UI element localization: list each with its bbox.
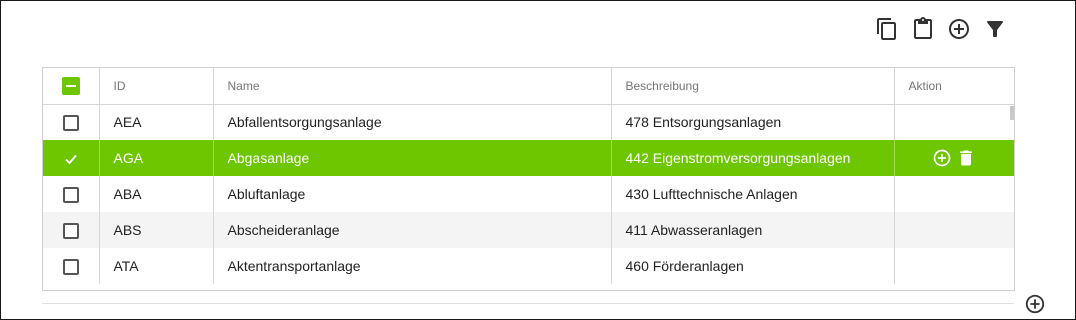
cell-description: 442 Eigenstromversorgungsanlagen <box>610 140 894 176</box>
cell-description: 478 Entsorgungsanlagen <box>610 104 894 140</box>
cell-description: 411 Abwasseranlagen <box>610 212 894 248</box>
cell-action <box>893 248 1014 284</box>
paste-icon[interactable] <box>911 17 935 41</box>
divider <box>42 303 1014 304</box>
cell-name: Abluftanlage <box>212 176 611 212</box>
column-header-name[interactable]: Name <box>212 68 611 105</box>
filter-icon[interactable] <box>983 17 1007 41</box>
table-row[interactable]: AEA Abfallentsorgungsanlage 478 Entsorgu… <box>43 104 1014 140</box>
cell-action <box>893 176 1014 212</box>
add-row-icon[interactable] <box>1024 293 1046 315</box>
table-header-row: ID Name Beschreibung Aktion <box>43 68 1014 105</box>
row-checkbox[interactable] <box>62 186 79 203</box>
cell-action <box>893 104 1014 140</box>
table-row-selected[interactable]: AGA Abgasanlage 442 Eigenstromversorgung… <box>43 140 1014 176</box>
table-row[interactable]: ATA Aktentransportanlage 460 Förderanlag… <box>43 248 1014 284</box>
column-header-action: Aktion <box>893 68 1014 105</box>
cell-id: AGA <box>98 140 213 176</box>
cell-description: 430 Lufttechnische Anlagen <box>610 176 894 212</box>
table-row[interactable]: ABA Abluftanlage 430 Lufttechnische Anla… <box>43 176 1014 212</box>
cell-id: AEA <box>98 104 213 140</box>
table-row[interactable]: ABS Abscheideranlage 411 Abwasseranlagen <box>43 212 1014 248</box>
toolbar <box>875 17 1007 41</box>
row-checkbox[interactable] <box>62 258 79 275</box>
select-all-checkbox[interactable] <box>61 76 80 95</box>
copy-icon[interactable] <box>875 17 899 41</box>
row-checkbox[interactable] <box>62 222 79 239</box>
column-header-description[interactable]: Beschreibung <box>610 68 894 105</box>
app-frame: ID Name Beschreibung Aktion AEA Abfallen… <box>0 0 1076 320</box>
cell-description: 460 Förderanlagen <box>610 248 894 284</box>
cell-name: Aktentransportanlage <box>212 248 611 284</box>
data-table: ID Name Beschreibung Aktion AEA Abfallen… <box>42 67 1015 291</box>
column-header-id[interactable]: ID <box>98 68 213 105</box>
row-checkbox[interactable] <box>62 114 79 131</box>
cell-name: Abfallentsorgungsanlage <box>212 104 611 140</box>
vertical-scrollbar[interactable] <box>1010 106 1014 120</box>
cell-action <box>893 212 1014 248</box>
cell-id: ABS <box>98 212 213 248</box>
cell-name: Abscheideranlage <box>212 212 611 248</box>
cell-action <box>893 140 1014 176</box>
row-check-icon[interactable] <box>64 152 78 166</box>
header-select-all[interactable] <box>43 68 99 105</box>
add-circle-icon[interactable] <box>947 17 971 41</box>
cell-id: ATA <box>98 248 213 284</box>
cell-id: ABA <box>98 176 213 212</box>
cell-name: Abgasanlage <box>212 140 611 176</box>
row-delete-icon[interactable] <box>956 148 976 168</box>
row-add-icon[interactable] <box>932 148 952 168</box>
